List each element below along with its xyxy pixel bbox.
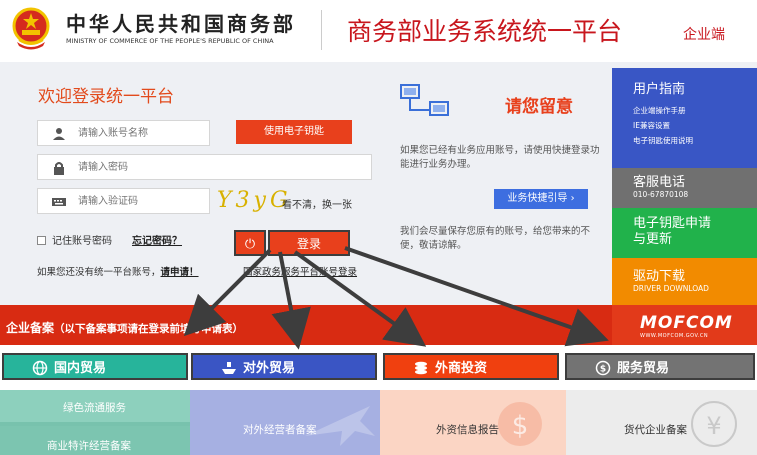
ekey-title-1: 电子钥匙申请 [633,216,712,231]
tab-foreign-trade[interactable]: 对外贸易 [191,345,377,390]
filing-note: （以下备案事项请在登录前填写申请表） [54,323,244,335]
user-guide-panel: 用户指南 企业端操作手册 IE兼容设置 电子钥匙使用说明 [612,68,757,168]
remember-checkbox[interactable]: 记住账号密码 [37,232,112,247]
globe-icon [32,360,48,376]
tab-foreign-investment[interactable]: 外商投资 [383,345,559,390]
user-icon [53,128,65,140]
svg-text:¥: ¥ [706,412,721,440]
power-button[interactable]: ⏻ [234,230,266,256]
foreign-trade-items: 对外经营者备案 [190,390,380,455]
tab-label: 外商投资 [435,361,488,376]
investment-report-link[interactable]: 外资信息报告 [436,422,499,437]
keyboard-icon [52,198,66,206]
remember-label: 记住账号密码 [52,236,112,247]
register-link[interactable]: 请申请！ [161,267,199,278]
filing-title: 企业备案（以下备案事项请在登录前填写申请表） [6,321,244,335]
captcha-input[interactable] [78,193,228,210]
tab-label: 国内贸易 [54,361,107,376]
platform-title: 商务部业务系统统一平台 [347,17,623,46]
ekey-apply-link[interactable]: 电子钥匙申请 与更新 [612,208,757,258]
login-panel: 欢迎登录统一平台 使用电子钥匙 Y3yG 看不清，换一张 记住账号密码 忘记密码… [20,70,372,298]
driver-title: 驱动下载 [633,269,686,284]
platform-subtitle: 企业端 [683,27,725,43]
service-title: 客服电话 [633,175,686,190]
power-icon: ⏻ [244,237,256,252]
tab-service-trade[interactable]: $ 服务贸易 [565,345,755,390]
notice-title: 请您留意 [505,97,573,117]
national-emblem-icon [12,7,50,50]
notice-text-1: 如果您已经有业务应用账号，请使用快捷登录功能进行业务办理。 [400,145,600,170]
notice-text-2: 我们会尽量保存您原有的账号，给您带来的不便，敬请谅解。 [400,226,591,251]
domestic-trade-items: 绿色流通服务 商业特许经营备案 [0,390,190,455]
driver-subtitle: DRIVER DOWNLOAD [633,284,709,293]
franchise-filing-link[interactable]: 商业特许经营备案 [47,438,131,453]
driver-download-link[interactable]: 驱动下载 DRIVER DOWNLOAD [612,258,757,305]
service-phone: 010-67870108 [633,190,689,199]
svg-text:$: $ [512,411,529,441]
ministry-name-cn: 中华人民共和国商务部 [66,12,296,36]
account-input[interactable] [78,125,228,142]
notice-panel: 请您留意 如果您已经有业务应用账号，请使用快捷登录功能进行业务办理。 业务快捷引… [388,68,606,303]
tab-label: 服务贸易 [617,361,670,376]
captcha-image[interactable]: Y3yG [217,188,288,214]
foreign-investment-items: $ 外资信息报告 [380,390,566,455]
lock-icon [54,162,64,175]
ship-icon [222,362,236,374]
password-field[interactable] [37,154,372,180]
captcha-field[interactable] [37,188,228,214]
checkbox-box[interactable] [37,236,46,245]
network-icon [400,84,449,116]
captcha-refresh-link[interactable]: 看不清，换一张 [282,196,352,211]
login-button[interactable]: 登录 [268,230,350,256]
coins-icon [415,361,427,375]
mofcom-logo: MOFCOM WWW.MOFCOM.GOV.CN [612,305,757,345]
green-circulation-link[interactable]: 绿色流通服务 [63,400,126,415]
ekey-login-button[interactable]: 使用电子钥匙 [236,120,352,144]
tab-label: 对外贸易 [243,361,296,376]
coin-watermark-icon: $ [498,402,542,446]
gov-platform-login-link[interactable]: 国家政务服务平台账号登录 [243,264,357,278]
yen-watermark-icon: ¥ [691,401,737,447]
service-trade-items: ¥ 货代企业备案 [566,390,757,455]
service-icon: $ [595,360,611,376]
ministry-name-en: MINISTRY OF COMMERCE OF THE PEOPLE'S REP… [66,37,274,45]
tab-domestic-trade[interactable]: 国内贸易 [2,345,188,390]
password-input[interactable] [78,159,228,176]
quick-guide-button[interactable]: 业务快捷引导 › [494,189,588,209]
guide-link-ekey[interactable]: 电子钥匙使用说明 [633,133,757,148]
svg-text:$: $ [600,365,606,375]
ekey-title-2: 与更新 [633,232,673,247]
guide-link-ie[interactable]: IE兼容设置 [633,118,757,133]
login-title: 欢迎登录统一平台 [38,87,174,107]
header: 中华人民共和国商务部 MINISTRY OF COMMERCE OF THE P… [0,0,757,62]
service-phone-panel: 客服电话 010-67870108 [612,168,757,208]
guide-title: 用户指南 [633,82,686,97]
freight-forwarder-filing-link[interactable]: 货代企业备案 [624,422,687,437]
account-field[interactable] [37,120,228,146]
guide-link-manual[interactable]: 企业端操作手册 [633,103,757,118]
forgot-password-link[interactable]: 忘记密码？ [132,232,182,247]
no-account-text: 如果您还没有统一平台账号，请申请！ [37,267,199,278]
foreign-operator-filing-link[interactable]: 对外经营者备案 [243,422,317,437]
header-divider [321,10,322,50]
